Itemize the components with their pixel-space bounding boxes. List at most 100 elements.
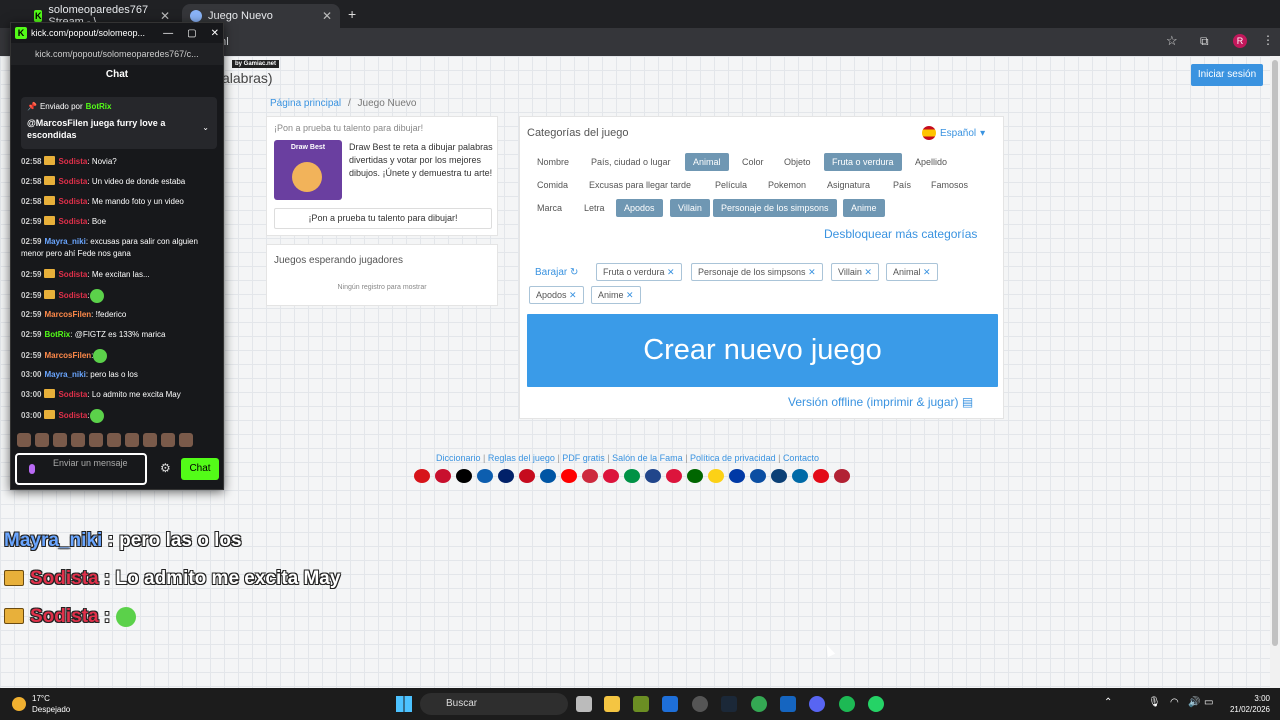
emote-icon[interactable]: [71, 433, 85, 447]
footer-link[interactable]: Diccionario: [436, 453, 481, 463]
footer-link[interactable]: Reglas del juego: [488, 453, 555, 463]
flag-icon[interactable]: [834, 469, 850, 483]
star-icon[interactable]: ☆: [1166, 33, 1178, 49]
chrome-icon[interactable]: [751, 696, 767, 712]
pinned-message[interactable]: 📌 Enviado por BotRix @MarcosFilen juega …: [21, 97, 217, 149]
spotify-icon[interactable]: [839, 696, 855, 712]
flag-icon[interactable]: [729, 469, 745, 483]
category-chip[interactable]: Apellido: [907, 153, 955, 171]
category-chip[interactable]: Villain: [670, 199, 710, 217]
info-app-icon[interactable]: [780, 696, 796, 712]
category-chip[interactable]: Objeto: [776, 153, 819, 171]
unlock-categories-link[interactable]: Desbloquear más categorías: [824, 227, 977, 241]
emote-icon[interactable]: [89, 433, 103, 447]
language-selector[interactable]: Español ▾: [922, 126, 985, 140]
flag-icon[interactable]: [666, 469, 682, 483]
flag-icon[interactable]: [414, 469, 430, 483]
obs-icon[interactable]: [692, 696, 708, 712]
chat-username[interactable]: Sodista: [58, 390, 87, 399]
file-explorer-icon[interactable]: [604, 696, 620, 712]
chat-username[interactable]: Sodista: [58, 270, 87, 279]
emote-bar[interactable]: [17, 433, 193, 447]
taskbar-search[interactable]: Buscar: [420, 693, 568, 715]
breadcrumb-home[interactable]: Página principal: [270, 98, 341, 109]
chevron-down-icon[interactable]: ⌄: [202, 123, 209, 132]
category-chip[interactable]: Marca: [529, 199, 570, 217]
emote-icon[interactable]: [125, 433, 139, 447]
emote-icon[interactable]: [161, 433, 175, 447]
close-icon[interactable]: ✕: [322, 9, 332, 23]
chat-username[interactable]: Mayra_niki: [44, 237, 85, 246]
category-chip[interactable]: Asignatura: [819, 176, 878, 194]
category-chip[interactable]: Color: [734, 153, 772, 171]
category-chip[interactable]: Apodos: [616, 199, 663, 217]
emote-icon[interactable]: [17, 433, 31, 447]
category-chip[interactable]: Famosos: [923, 176, 976, 194]
flag-icon[interactable]: [813, 469, 829, 483]
close-icon[interactable]: ✕: [160, 9, 170, 23]
scrollbar-thumb[interactable]: [1272, 60, 1278, 646]
chat-username[interactable]: Sodista: [58, 157, 87, 166]
flag-icon[interactable]: [645, 469, 661, 483]
chat-username[interactable]: Sodista: [58, 411, 87, 420]
discord-icon[interactable]: [809, 696, 825, 712]
category-chip[interactable]: Excusas para llegar tarde: [581, 176, 699, 194]
menu-icon[interactable]: ⋮: [1262, 33, 1274, 47]
draw-best-image[interactable]: Draw Best: [274, 140, 342, 200]
remove-tag-icon[interactable]: ✕: [862, 267, 872, 277]
wifi-icon[interactable]: ◠: [1170, 697, 1179, 708]
flag-icon[interactable]: [519, 469, 535, 483]
chat-username[interactable]: Sodista: [58, 197, 87, 206]
chat-username[interactable]: Sodista: [58, 291, 87, 300]
new-tab-button[interactable]: +: [348, 6, 356, 22]
flag-icon[interactable]: [687, 469, 703, 483]
weather-widget[interactable]: 17°C Despejado: [12, 693, 70, 715]
footer-link[interactable]: Contacto: [783, 453, 819, 463]
maximize-icon[interactable]: ▢: [187, 28, 196, 39]
flag-icon[interactable]: [456, 469, 472, 483]
category-chip[interactable]: Película: [707, 176, 755, 194]
minimize-icon[interactable]: —: [163, 28, 173, 39]
chevron-up-icon[interactable]: ⌃: [1104, 697, 1112, 708]
flag-icon[interactable]: [750, 469, 766, 483]
flag-icon[interactable]: [624, 469, 640, 483]
address-bar[interactable]: tml: [214, 32, 1174, 52]
category-chip[interactable]: Anime: [843, 199, 885, 217]
whatsapp-icon[interactable]: [868, 696, 884, 712]
microphone-icon[interactable]: [29, 464, 35, 474]
category-chip[interactable]: Fruta o verdura: [824, 153, 902, 171]
gear-icon[interactable]: ⚙: [160, 461, 171, 475]
category-chip[interactable]: Pokemon: [760, 176, 814, 194]
flag-icon[interactable]: [708, 469, 724, 483]
windows-start-icon[interactable]: [396, 696, 412, 712]
create-game-button[interactable]: Crear nuevo juego: [527, 314, 998, 387]
flag-icon[interactable]: [771, 469, 787, 483]
photos-icon[interactable]: [662, 696, 678, 712]
remove-tag-icon[interactable]: ✕: [921, 267, 931, 277]
category-chip[interactable]: Comida: [529, 176, 576, 194]
chat-username[interactable]: BotRix: [44, 330, 70, 339]
promo-button[interactable]: ¡Pon a prueba tu talento para dibujar!: [274, 208, 492, 229]
flag-icon[interactable]: [561, 469, 577, 483]
flag-icon[interactable]: [603, 469, 619, 483]
offline-version-link[interactable]: Versión offline (imprimir & jugar) ▤: [788, 395, 973, 409]
emote-icon[interactable]: [35, 433, 49, 447]
clock[interactable]: 3:00 21/02/2026: [1224, 693, 1270, 715]
close-icon[interactable]: ✕: [211, 28, 219, 39]
chat-username[interactable]: Sodista: [58, 177, 87, 186]
flag-icon[interactable]: [792, 469, 808, 483]
flag-icon[interactable]: [582, 469, 598, 483]
category-chip[interactable]: País: [885, 176, 919, 194]
chat-username[interactable]: MarcosFilen: [44, 310, 91, 319]
footer-link[interactable]: PDF gratis: [562, 453, 605, 463]
chat-username[interactable]: MarcosFilen: [44, 351, 91, 360]
send-chat-button[interactable]: Chat: [181, 458, 219, 480]
footer-link[interactable]: Política de privacidad: [690, 453, 776, 463]
login-button[interactable]: Iniciar sesión: [1191, 64, 1263, 86]
remove-tag-icon[interactable]: ✕: [806, 267, 816, 277]
steam-icon[interactable]: [721, 696, 737, 712]
chat-username[interactable]: Mayra_niki: [44, 370, 85, 379]
category-chip[interactable]: Nombre: [529, 153, 577, 171]
emote-icon[interactable]: [53, 433, 67, 447]
minecraft-icon[interactable]: [633, 696, 649, 712]
